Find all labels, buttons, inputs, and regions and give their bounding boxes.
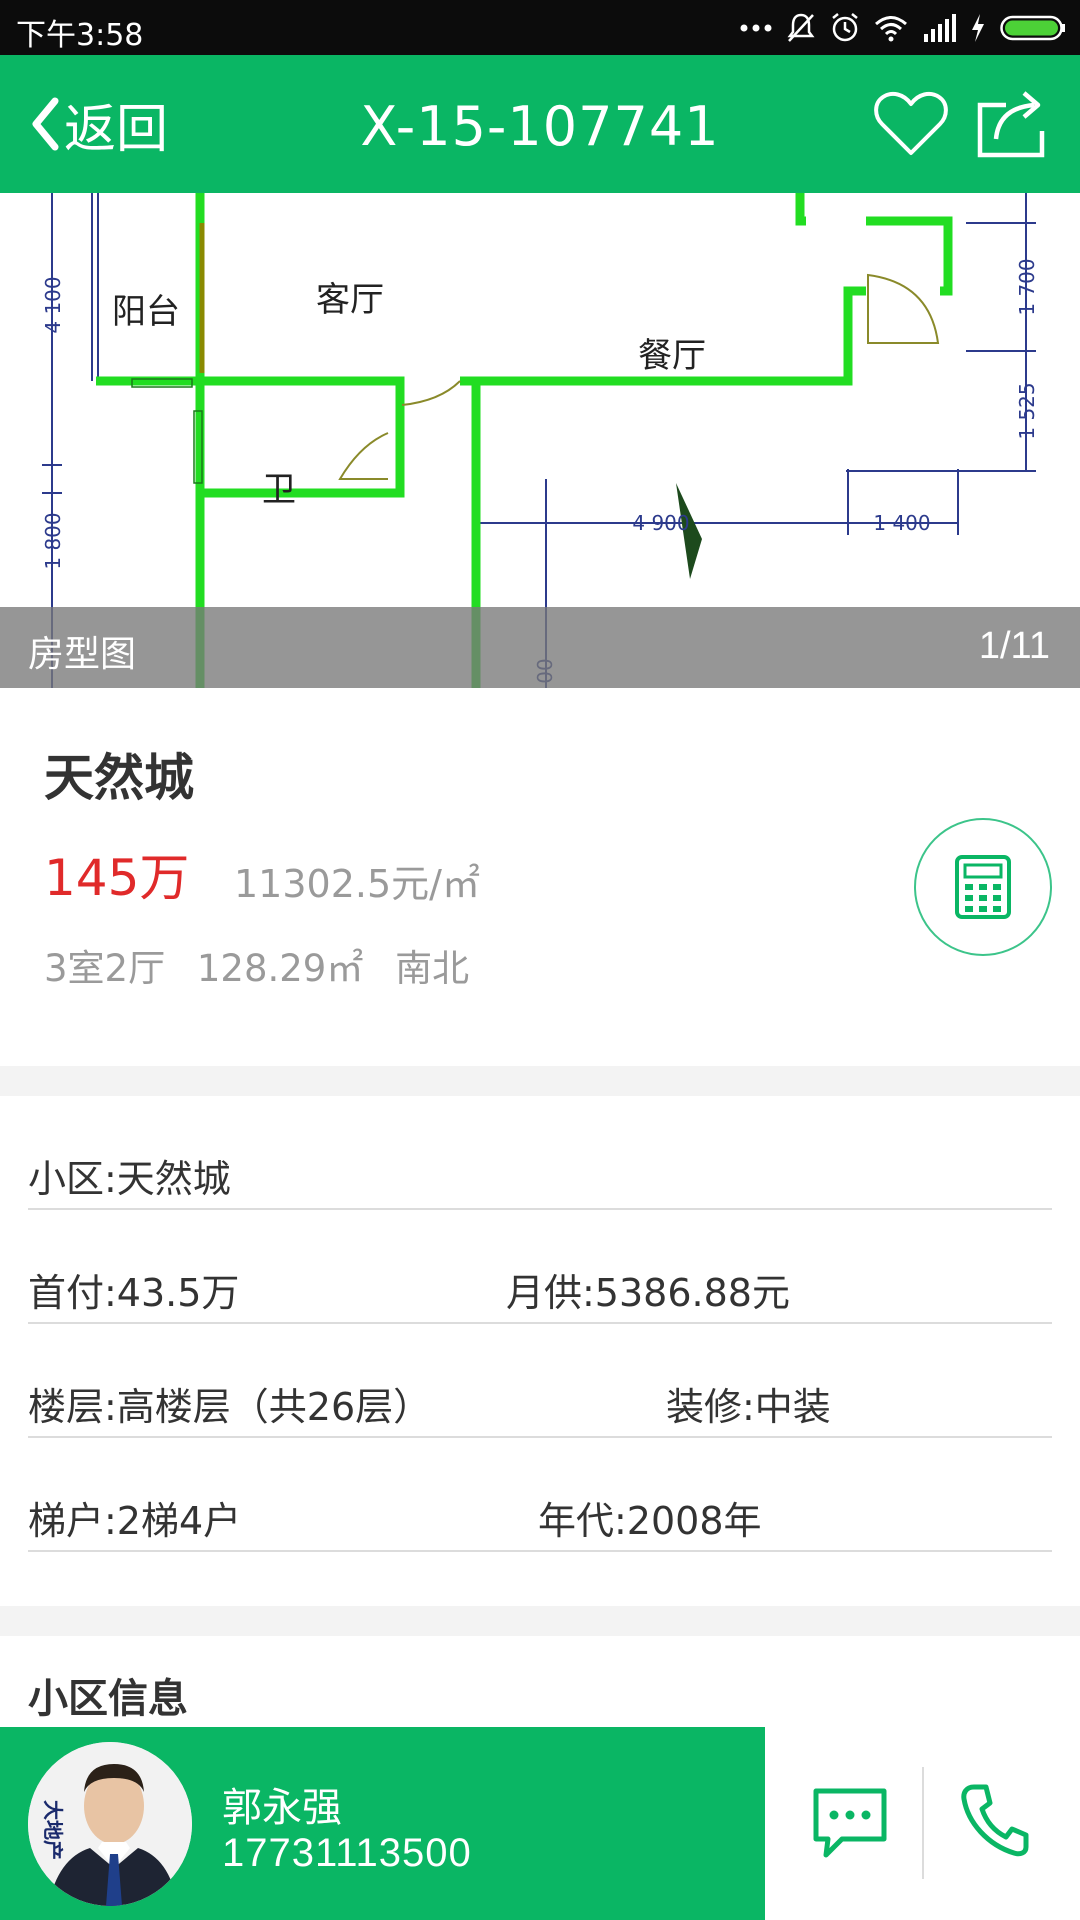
orientation-spec: 南北 [395, 947, 470, 990]
floorplan-bath-label: 卫 [262, 470, 296, 510]
wifi-icon [875, 16, 907, 42]
mortgage-calculator-button[interactable] [914, 818, 1052, 956]
total-price: 145万 [44, 849, 190, 907]
dim-1400-label: 1 400 [873, 511, 930, 535]
detail-row-floor: 楼层:高楼层（共26层） 装修:中装 [28, 1324, 1052, 1438]
floorplan-living-label: 客厅 [316, 280, 384, 320]
battery-icon [1000, 15, 1065, 41]
estate-detail: 小区:天然城 [28, 1157, 231, 1201]
down-payment-detail: 首付:43.5万 [28, 1271, 240, 1315]
area-spec: 128.29㎡ [196, 947, 364, 990]
agent-badge-text: 大地产 [41, 1800, 65, 1860]
charging-icon [972, 14, 984, 42]
detail-row-building: 梯户:2梯4户 年代:2008年 [28, 1438, 1052, 1552]
monthly-payment-detail: 月供:5386.88元 [506, 1271, 790, 1315]
gallery-counter: 1/11 [978, 625, 1050, 667]
dim-4100-label: 4 100 [41, 276, 65, 333]
more-dots-icon [740, 24, 772, 32]
dim-1800-label: 1 800 [41, 512, 65, 569]
contact-divider [922, 1767, 924, 1879]
estate-name: 天然城 [44, 749, 194, 807]
dim-1700-label: 1 700 [1015, 258, 1039, 315]
signal-icon [924, 14, 956, 42]
section-gap-2 [0, 1606, 1080, 1636]
status-bar: 下午3:58 [0, 0, 1080, 55]
nav-bar: 返回 X-15-107741 [0, 55, 1080, 193]
detail-row-estate: 小区:天然城 [28, 1096, 1052, 1210]
agent-card[interactable]: 大地产 郭永强 17731113500 [0, 1727, 765, 1920]
detail-row-payment: 首付:43.5万 月供:5386.88元 [28, 1210, 1052, 1324]
gallery-caption-title: 房型图 [28, 634, 137, 675]
listing-details: 小区:天然城 首付:43.5万 月供:5386.88元 楼层:高楼层（共26层）… [0, 1096, 1080, 1606]
layout-spec: 3室2厅 [44, 947, 166, 990]
heart-icon[interactable] [874, 91, 948, 157]
agent-name: 郭永强 [222, 1785, 342, 1831]
calculator-icon [955, 855, 1011, 919]
floorplan-balcony-label: 阳台 [112, 292, 180, 332]
chat-icon[interactable] [810, 1785, 890, 1861]
contact-bar: 大地产 郭永强 17731113500 [0, 1727, 1080, 1920]
share-icon[interactable] [976, 87, 1048, 159]
agent-avatar: 大地产 [28, 1742, 192, 1906]
status-icons [740, 8, 1066, 48]
alarm-icon [832, 13, 858, 42]
dim-4900-label: 4 900 [632, 511, 689, 535]
floorplan-gallery[interactable]: 阳台 客厅 餐厅 卫 4 100 1 800 1 700 1 525 4 900… [0, 193, 1080, 688]
community-info-heading: 小区信息 [28, 1676, 188, 1722]
listing-summary: 天然城 145万 11302.5元/㎡ 3室2厅 128.29㎡ 南北 [0, 688, 1080, 1066]
decoration-detail: 装修:中装 [666, 1385, 831, 1429]
phone-icon[interactable] [958, 1781, 1030, 1859]
year-detail: 年代:2008年 [538, 1499, 762, 1543]
unit-price: 11302.5元/㎡ [234, 862, 480, 906]
status-time: 下午3:58 [16, 18, 144, 53]
gallery-caption: 房型图 1/11 [0, 607, 1080, 688]
dim-1525-label: 1 525 [1015, 382, 1039, 439]
agent-phone: 17731113500 [222, 1831, 472, 1875]
floorplan-dining-label: 餐厅 [638, 336, 706, 376]
floor-detail: 楼层:高楼层（共26层） [28, 1385, 432, 1429]
mute-icon [787, 13, 815, 42]
elevator-detail: 梯户:2梯4户 [28, 1499, 242, 1543]
listing-specs: 3室2厅 128.29㎡ 南北 [44, 938, 489, 992]
section-gap [0, 1066, 1080, 1096]
